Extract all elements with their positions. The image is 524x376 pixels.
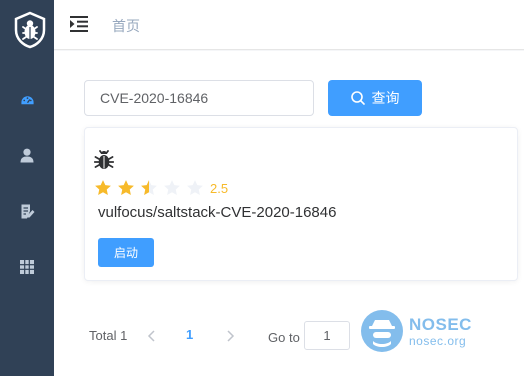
goto-page-input[interactable]	[304, 321, 350, 350]
vulnerability-card: 2.5 vulfocus/saltstack-CVE-2020-16846 启动	[84, 127, 518, 281]
half-star-icon[interactable]	[140, 179, 158, 197]
pagination-page[interactable]: 1	[186, 327, 193, 342]
sidebar-item-user[interactable]	[0, 143, 54, 167]
search-button-label: 查询	[371, 90, 400, 106]
table-grid-icon	[20, 260, 34, 274]
search-input[interactable]	[84, 80, 314, 116]
top-navbar: 首页	[54, 0, 524, 50]
nosec-watermark: NOSEC nosec.org	[359, 306, 472, 356]
pagination-total: Total 1	[89, 328, 128, 343]
rating-score: 2.5	[210, 180, 229, 196]
logo-shield-bug-icon	[13, 11, 47, 49]
user-icon	[20, 148, 34, 162]
bug-icon	[93, 150, 115, 170]
watermark-url: nosec.org	[409, 333, 467, 348]
document-edit-icon	[21, 204, 34, 218]
chevron-right-icon[interactable]	[223, 327, 237, 345]
sidebar-item-grid[interactable]	[0, 255, 54, 279]
sidebar-item-dashboard[interactable]	[0, 87, 54, 111]
chevron-left-icon[interactable]	[145, 327, 159, 345]
sidebar	[0, 0, 54, 376]
nosec-logo-icon	[361, 310, 403, 352]
image-name: vulfocus/saltstack-CVE-2020-16846	[98, 204, 337, 221]
search-icon	[350, 91, 365, 105]
goto-label: Go to	[268, 330, 300, 345]
breadcrumb-home: 首页	[112, 18, 140, 34]
search-button[interactable]: 查询	[328, 80, 422, 116]
sidebar-item-documents[interactable]	[0, 199, 54, 223]
star-icon[interactable]	[117, 179, 135, 197]
rating-stars: 2.5	[94, 179, 228, 197]
watermark-name: NOSEC	[409, 314, 472, 334]
star-icon[interactable]	[94, 179, 112, 197]
menu-toggle-icon[interactable]	[70, 16, 88, 32]
start-button[interactable]: 启动	[98, 238, 154, 267]
star-empty-icon[interactable]	[163, 179, 181, 197]
dashboard-icon	[20, 95, 34, 104]
star-empty-icon[interactable]	[186, 179, 204, 197]
